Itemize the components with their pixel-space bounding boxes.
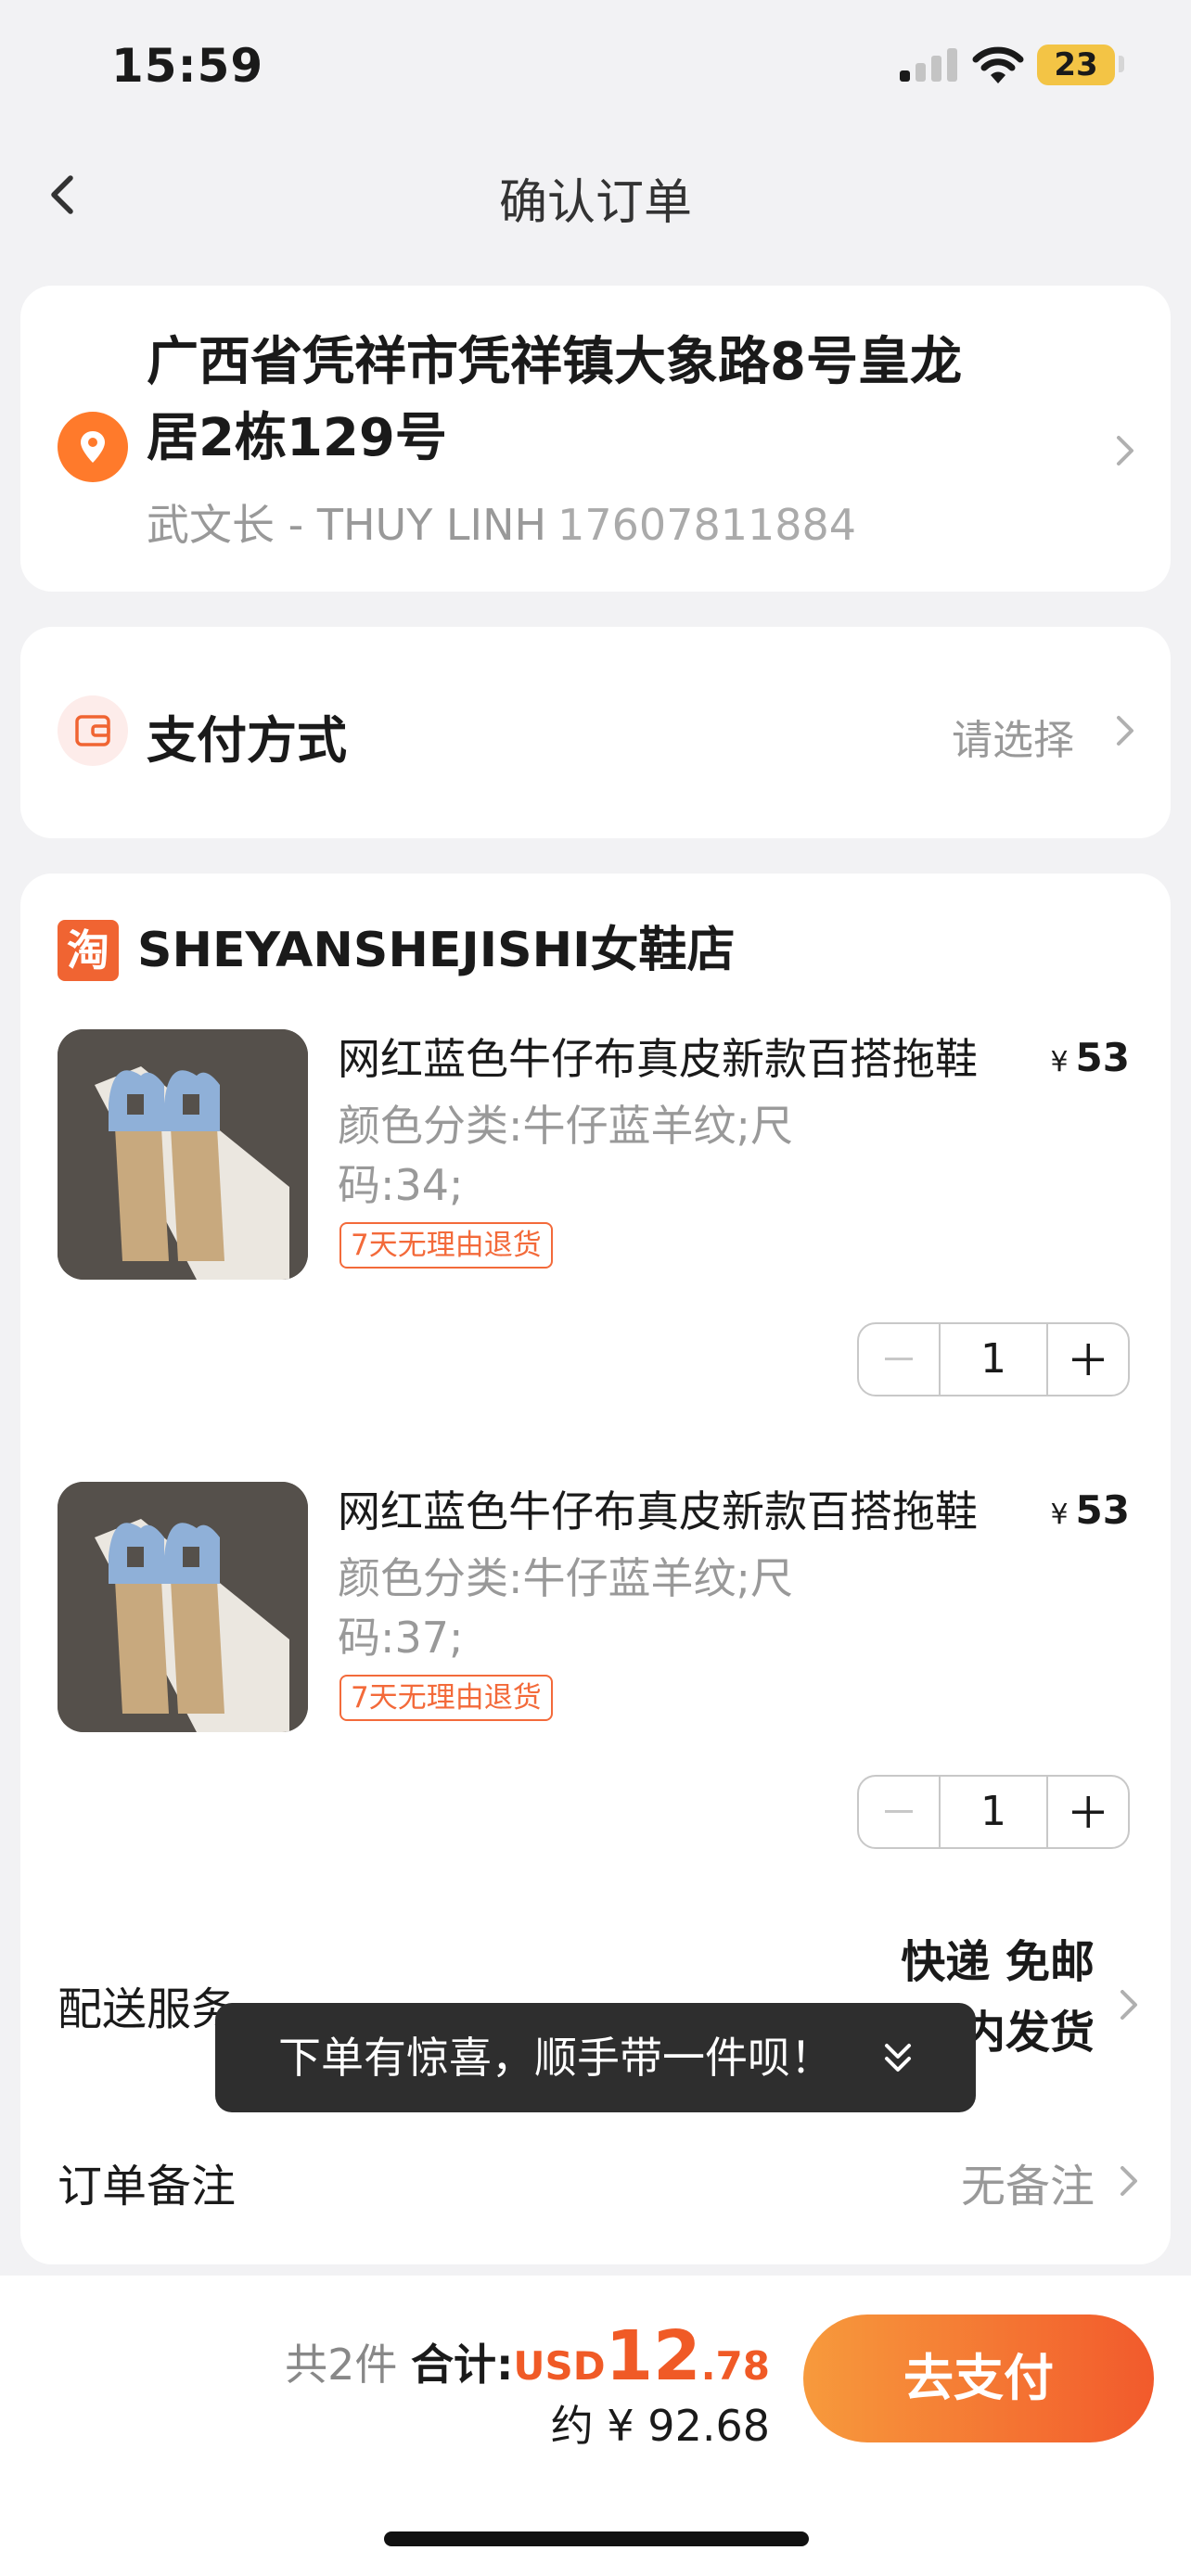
return-policy-tag: 7天无理由退货: [339, 1222, 553, 1269]
plus-icon: [1072, 1344, 1104, 1375]
spec-line-2: 码:34;: [338, 1160, 464, 1210]
page-title: 确认订单: [498, 175, 692, 231]
address-line-2: 居2栋129号: [147, 408, 447, 468]
order-item: 网红蓝色牛仔布真皮新款百搭拖鞋 ¥53 颜色分类:牛仔蓝羊纹;尺 码:34; 7…: [20, 1029, 1171, 1419]
quantity-value[interactable]: 1: [939, 1324, 1048, 1395]
spec-line-2: 码:37;: [338, 1613, 464, 1663]
product-spec: 颜色分类:牛仔蓝羊纹;尺 码:37;: [338, 1549, 839, 1667]
currency-symbol: ¥: [1050, 1046, 1069, 1078]
price-value: 53: [1075, 1487, 1130, 1533]
spec-line-1: 颜色分类:牛仔蓝羊纹;尺: [338, 1553, 793, 1603]
quantity-value[interactable]: 1: [939, 1777, 1048, 1847]
payment-method-card[interactable]: 支付方式 请选择: [20, 627, 1171, 838]
order-note-value[interactable]: 无备注: [961, 2149, 1095, 2214]
currency-symbol: ¥: [1050, 1498, 1069, 1531]
product-title[interactable]: 网红蓝色牛仔布真皮新款百搭拖鞋: [338, 1482, 1052, 1541]
delivery-value-line-1: 快递 免邮: [901, 1936, 1095, 1988]
order-item: 网红蓝色牛仔布真皮新款百搭拖鞋 ¥53 颜色分类:牛仔蓝羊纹;尺 码:37; 7…: [20, 1482, 1171, 1871]
toast-text: 下单有惊喜，顺手带一件呗！: [278, 2033, 833, 2083]
price-value: 53: [1075, 1035, 1130, 1080]
product-price: ¥53: [1050, 1487, 1130, 1533]
double-chevron-down-icon: [885, 2044, 911, 2072]
pay-button[interactable]: 去支付: [803, 2315, 1154, 2442]
spec-line-1: 颜色分类:牛仔蓝羊纹;尺: [338, 1101, 793, 1151]
delivery-service-label: 配送服务: [58, 1983, 237, 2035]
quantity-stepper: 1: [857, 1775, 1130, 1849]
total-label: 合计:: [410, 2340, 514, 2390]
location-pin-icon: [58, 412, 128, 482]
return-policy-tag: 7天无理由退货: [339, 1675, 553, 1721]
chevron-right-icon: [1117, 436, 1133, 465]
chevron-right-icon: [1121, 1990, 1137, 2020]
battery-icon: 23: [1037, 45, 1115, 85]
plus-icon: [1072, 1796, 1104, 1828]
product-spec: 颜色分类:牛仔蓝羊纹;尺 码:34;: [338, 1096, 839, 1215]
order-note-label: 订单备注: [58, 2161, 237, 2213]
contact-name: 武文长 - THUY LINH: [147, 500, 547, 550]
home-indicator[interactable]: [384, 2531, 809, 2546]
promo-toast[interactable]: 下单有惊喜，顺手带一件呗！: [215, 2003, 976, 2112]
total-amount-dec: .78: [700, 2343, 770, 2389]
product-title[interactable]: 网红蓝色牛仔布真皮新款百搭拖鞋: [338, 1029, 1052, 1089]
battery-tip: [1119, 56, 1124, 72]
increment-button[interactable]: [1048, 1324, 1128, 1395]
minus-icon: [885, 1810, 913, 1813]
taobao-logo: 淘: [58, 920, 119, 981]
approx-cny-total: 约 ¥ 92.68: [550, 2401, 770, 2451]
signal-icon: [900, 48, 957, 82]
chevron-right-icon: [1117, 716, 1133, 746]
nav-bar: 确认订单: [0, 139, 1191, 250]
product-image[interactable]: [58, 1482, 308, 1732]
item-count: 共2件: [285, 2340, 398, 2390]
status-bar: 15:59 23: [0, 0, 1191, 139]
shop-name[interactable]: SHEYANSHEJISHI女鞋店: [137, 920, 735, 981]
payment-method-value: 请选择: [952, 717, 1074, 764]
total-amount-int: 12: [605, 2316, 701, 2396]
address-card[interactable]: 广西省凭祥市凭祥镇大象路8号皇龙 居2栋129号 武文长 - THUY LINH…: [20, 286, 1171, 592]
payment-method-label: 支付方式: [147, 711, 347, 770]
quantity-stepper: 1: [857, 1322, 1130, 1396]
decrement-button[interactable]: [859, 1777, 939, 1847]
total-currency: USD: [513, 2343, 606, 2389]
wifi-icon: [972, 46, 1024, 83]
status-time: 15:59: [111, 39, 264, 93]
product-image[interactable]: [58, 1029, 308, 1280]
chevron-right-icon: [1121, 2166, 1137, 2196]
increment-button[interactable]: [1048, 1777, 1128, 1847]
contact-phone: 17607811884: [557, 500, 857, 550]
product-price: ¥53: [1050, 1035, 1130, 1080]
address-contact: 武文长 - THUY LINH 17607811884: [147, 491, 856, 553]
decrement-button[interactable]: [859, 1324, 939, 1395]
minus-icon: [885, 1358, 913, 1360]
wallet-icon: [58, 695, 128, 766]
order-total: 共2件 合计:USD12.78: [285, 2316, 770, 2396]
address-line-1: 广西省凭祥市凭祥镇大象路8号皇龙: [147, 332, 962, 392]
